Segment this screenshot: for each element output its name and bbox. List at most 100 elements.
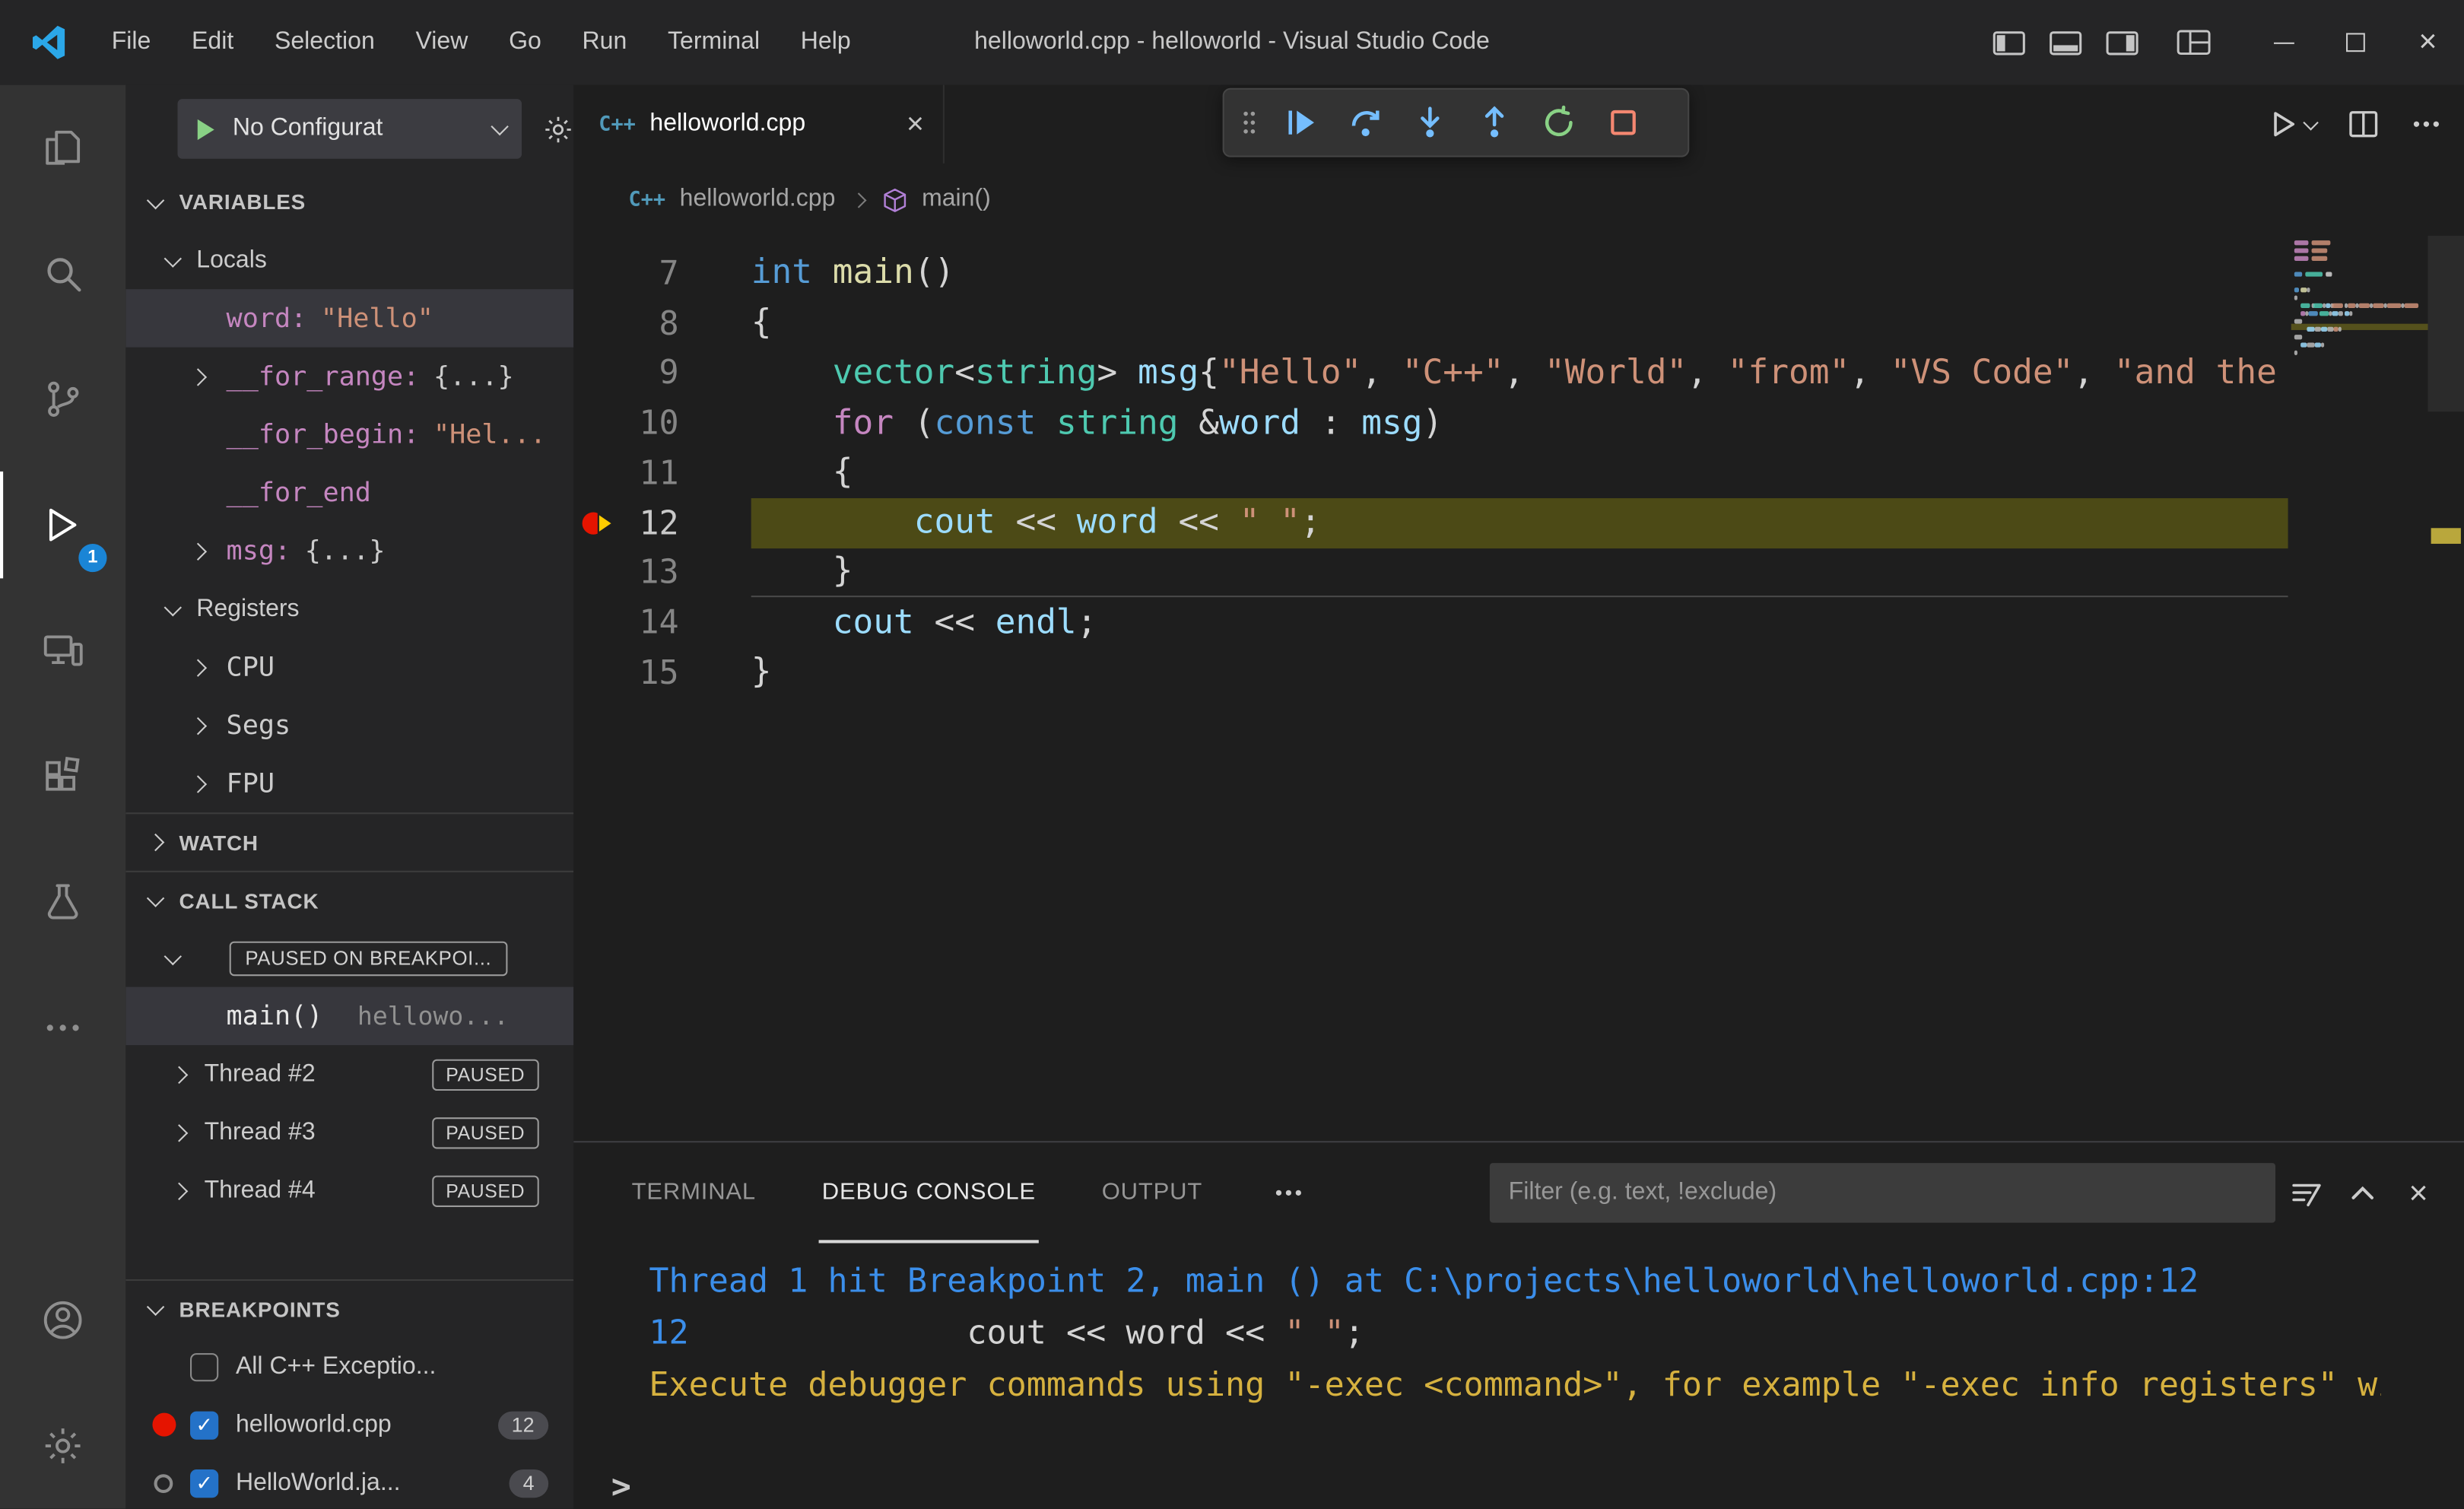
breakpoint-checkbox[interactable] xyxy=(190,1352,219,1381)
toggle-sidebar-right-icon[interactable] xyxy=(2093,0,2149,85)
code-line[interactable]: 7 int main() xyxy=(573,248,2464,298)
breakpoint-row[interactable]: ✓ HelloWorld.ja... 4 xyxy=(125,1453,573,1508)
editor-gutter[interactable]: 9 xyxy=(573,348,751,399)
sidebar-item-remote-explorer[interactable] xyxy=(0,588,125,713)
debug-step-into-button[interactable] xyxy=(1397,88,1462,157)
tab-helloworld-cpp[interactable]: C++ helloworld.cpp × xyxy=(573,84,945,164)
thread-row[interactable]: Thread #2 PAUSED xyxy=(125,1045,573,1103)
editor-gutter[interactable]: 15 xyxy=(573,647,751,697)
menu-terminal[interactable]: Terminal xyxy=(647,0,780,85)
sidebar-item-source-control[interactable] xyxy=(0,336,125,462)
variables-group-registers[interactable]: Registers xyxy=(125,580,573,637)
close-button[interactable]: × xyxy=(2392,0,2464,85)
debug-settings-gear-icon[interactable] xyxy=(541,113,573,145)
debug-config-dropdown[interactable]: No Configurat xyxy=(177,99,522,159)
editor-gutter[interactable]: 8 xyxy=(573,298,751,348)
debug-restart-button[interactable] xyxy=(1526,88,1590,157)
run-or-debug-button[interactable] xyxy=(2268,109,2319,140)
toggle-panel-icon[interactable] xyxy=(2037,0,2093,85)
sidebar-item-extensions[interactable] xyxy=(0,713,125,839)
editor-gutter[interactable]: 14 xyxy=(573,598,751,648)
variable-row[interactable]: word: "Hello" xyxy=(125,289,574,348)
console-prompt[interactable]: > xyxy=(611,1468,631,1506)
tab-debug-console[interactable]: DEBUG CONSOLE xyxy=(818,1142,1040,1244)
thread-row[interactable]: Thread #4 PAUSED xyxy=(125,1161,573,1219)
toggle-sidebar-left-icon[interactable] xyxy=(1980,0,2037,85)
customize-layout-icon[interactable] xyxy=(2165,0,2221,85)
editor-gutter[interactable]: 11 xyxy=(573,448,751,498)
menu-run[interactable]: Run xyxy=(562,0,647,85)
close-panel-icon[interactable]: × xyxy=(2392,1166,2445,1219)
menu-view[interactable]: View xyxy=(395,0,489,85)
debug-stop-button[interactable] xyxy=(1590,88,1655,157)
debug-step-out-button[interactable] xyxy=(1462,88,1526,157)
code-line[interactable]: 13 } xyxy=(573,548,2464,598)
stack-frame-row[interactable]: main() hellowo... xyxy=(125,986,574,1046)
more-actions-icon[interactable] xyxy=(2411,109,2442,140)
editor-scrollbar[interactable] xyxy=(2427,235,2464,1141)
sidebar-item-explorer[interactable] xyxy=(0,85,125,211)
maximize-button[interactable] xyxy=(2320,0,2392,85)
code-line[interactable]: 8{ xyxy=(573,298,2464,348)
breakpoint-row[interactable]: ✓ helloworld.cpp 12 xyxy=(125,1396,573,1453)
breadcrumb-file[interactable]: helloworld.cpp xyxy=(680,186,836,214)
variable-row[interactable]: __for_begin: "Hel... xyxy=(125,405,573,463)
variables-group-locals[interactable]: Locals xyxy=(125,231,573,289)
editor-gutter[interactable]: 12 xyxy=(573,498,751,548)
editor-gutter[interactable]: 13 xyxy=(573,548,751,598)
sidebar-item-testing[interactable] xyxy=(0,839,125,964)
tab-close-icon[interactable]: × xyxy=(907,110,924,139)
debug-step-over-button[interactable] xyxy=(1332,88,1397,157)
sidebar-item-search[interactable] xyxy=(0,211,125,336)
variable-row[interactable]: msg: {...} xyxy=(125,522,573,580)
editor-gutter[interactable]: 10 xyxy=(573,398,751,448)
toolbar-drag-handle[interactable] xyxy=(1230,102,1269,143)
code-editor[interactable]: 7 int main() 8{9 vector < string > msg{"Hello… xyxy=(573,235,2464,1142)
code-line[interactable]: 9 vector < string > msg{"Hello", "C++", "Wo… xyxy=(573,348,2464,399)
breadcrumb-symbol[interactable]: main() xyxy=(922,186,991,214)
split-editor-icon[interactable] xyxy=(2348,109,2379,140)
watch-section-header[interactable]: WATCH xyxy=(125,812,574,870)
settings-button[interactable] xyxy=(0,1383,125,1508)
minimap[interactable] xyxy=(2291,236,2428,1141)
console-filter-input[interactable] xyxy=(1489,1163,2276,1223)
code-line[interactable]: 10 for (const string & word : msg) xyxy=(573,398,2464,448)
thread-row[interactable]: Thread #3 PAUSED xyxy=(125,1104,573,1161)
menu-go[interactable]: Go xyxy=(488,0,561,85)
breakpoint-checkbox[interactable]: ✓ xyxy=(190,1468,219,1498)
variables-section-header[interactable]: VARIABLES xyxy=(125,173,573,230)
stop-icon xyxy=(1610,110,1635,135)
menu-help[interactable]: Help xyxy=(780,0,872,85)
sidebar-item-more[interactable] xyxy=(0,965,125,1091)
debug-continue-button[interactable] xyxy=(1269,88,1333,157)
menu-selection[interactable]: Selection xyxy=(254,0,395,85)
tab-output[interactable]: OUTPUT xyxy=(1099,1142,1206,1243)
sidebar-item-run-and-debug[interactable]: 1 xyxy=(0,462,125,588)
editor-tab-bar: C++ helloworld.cpp × xyxy=(573,84,2464,164)
panel-more-tabs-icon[interactable] xyxy=(1265,1169,1313,1216)
code-line[interactable]: 15} xyxy=(573,647,2464,697)
breakpoints-section-header[interactable]: BREAKPOINTS xyxy=(125,1279,574,1337)
code-line[interactable]: 14 cout << endl; xyxy=(573,598,2464,648)
breakpoint-checkbox[interactable]: ✓ xyxy=(190,1410,219,1439)
call-stack-section-header[interactable]: CALL STACK xyxy=(125,870,574,929)
variable-row[interactable]: Segs xyxy=(125,696,573,754)
tab-terminal[interactable]: TERMINAL xyxy=(629,1142,760,1243)
line-number: 14 xyxy=(639,603,679,642)
variable-row[interactable]: __for_range: {...} xyxy=(125,348,573,405)
variable-row[interactable]: CPU xyxy=(125,638,573,696)
minimize-button[interactable] xyxy=(2247,0,2320,85)
accounts-button[interactable] xyxy=(0,1257,125,1383)
menu-file[interactable]: File xyxy=(91,0,171,85)
scrollbar-slider[interactable] xyxy=(2427,235,2464,412)
editor-gutter[interactable]: 7 xyxy=(573,248,751,298)
clear-console-icon[interactable] xyxy=(2278,1166,2332,1219)
variable-row[interactable]: FPU xyxy=(125,754,573,812)
callstack-status-row[interactable]: PAUSED ON BREAKPOI... xyxy=(125,929,573,986)
code-line[interactable]: 11 { xyxy=(573,448,2464,498)
variable-row[interactable]: __for_end xyxy=(125,464,573,522)
menu-edit[interactable]: Edit xyxy=(171,0,254,85)
maximize-panel-icon[interactable] xyxy=(2335,1166,2389,1219)
breakpoint-row[interactable]: All C++ Exceptio... xyxy=(125,1337,573,1395)
code-line[interactable]: 12 cout << word << " "; xyxy=(573,497,2464,548)
